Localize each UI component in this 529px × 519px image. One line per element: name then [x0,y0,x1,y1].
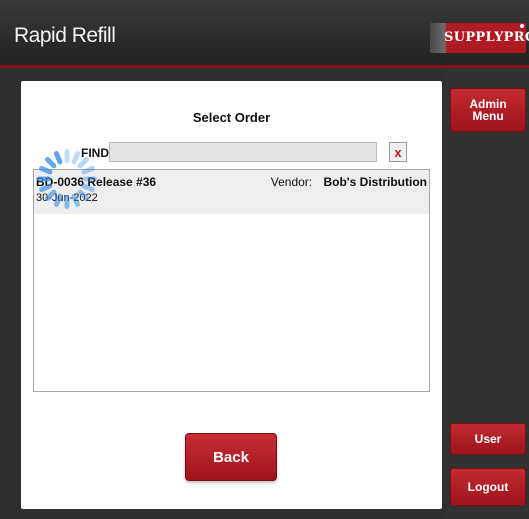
spinner-spoke [39,165,53,175]
vendor-name: Bob's Distribution [323,175,427,189]
loading-spinner-icon [37,149,97,209]
spinner-spoke [45,157,57,169]
app-header: Rapid Refill SUPPLYPRO [0,0,529,68]
spinner-spoke [64,195,70,209]
admin-menu-button[interactable]: Admin Menu [450,88,526,132]
spinner-spoke [45,189,57,201]
spinner-spoke [39,183,53,193]
spinner-spoke [81,165,95,175]
spinner-spoke [83,176,97,182]
order-vendor: Vendor: Bob's Distribution [271,175,427,189]
sidebar: Admin Menu User Logout [445,70,529,519]
close-icon: x [394,144,402,160]
spinner-spoke [77,157,89,169]
spinner-spoke [81,183,95,193]
user-button[interactable]: User [450,423,526,455]
back-button[interactable]: Back [185,433,277,481]
spinner-spoke [53,151,63,165]
spinner-spoke [71,193,81,207]
admin-menu-label: Admin Menu [469,97,507,123]
logo-text: SUPPLYPRO [444,30,529,45]
spinner-spoke [37,176,51,182]
logout-button[interactable]: Logout [450,468,526,506]
vendor-label: Vendor: [270,175,313,189]
app-title: Rapid Refill [14,24,116,47]
clear-search-button[interactable]: x [389,142,407,162]
logo-dot [520,24,524,28]
spinner-spoke [53,193,63,207]
panel-title: Select Order [192,110,271,125]
find-input[interactable] [109,142,377,162]
spinner-spoke [71,151,81,165]
supplypro-logo: SUPPLYPRO [430,23,529,53]
spinner-spoke [64,149,70,163]
app-frame: Rapid Refill SUPPLYPRO Admin Menu User L… [0,0,529,519]
spinner-spoke [77,189,89,201]
